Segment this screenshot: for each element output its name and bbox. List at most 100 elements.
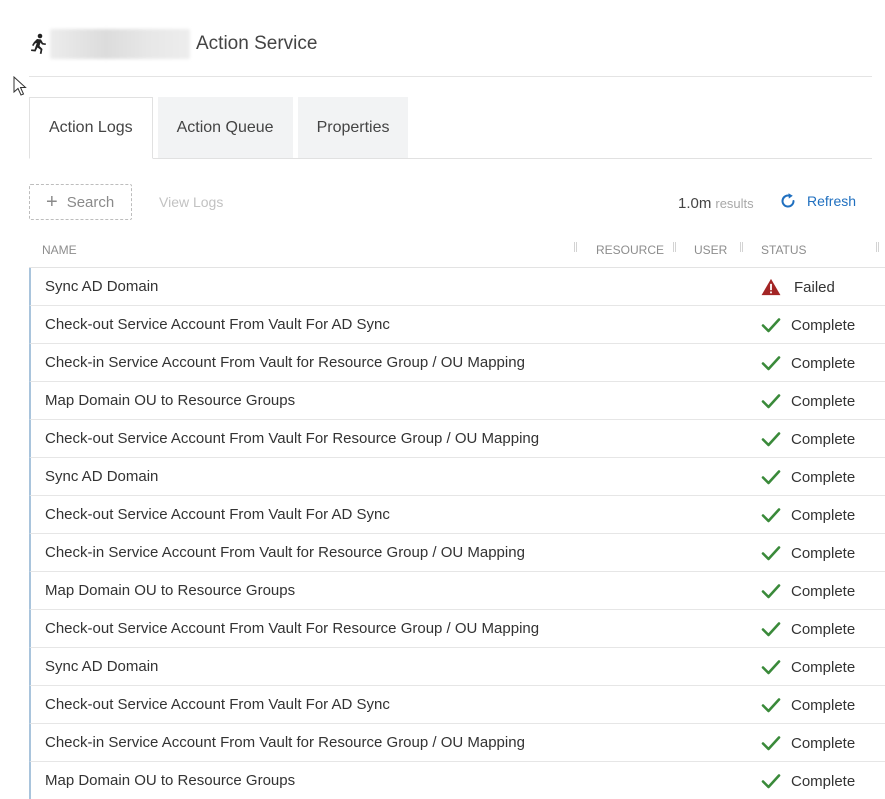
refresh-icon: [781, 193, 795, 208]
check-icon: [761, 508, 781, 523]
tab-underline: [29, 158, 872, 159]
status-label: Complete: [791, 544, 856, 562]
row-name: Check-out Service Account From Vault For…: [45, 506, 390, 523]
table-row[interactable]: Sync AD Domain Complete: [29, 648, 885, 686]
row-name: Map Domain OU to Resource Groups: [45, 582, 296, 599]
status-badge: Complete: [761, 620, 855, 638]
row-name: Map Domain OU to Resource Groups: [45, 772, 296, 789]
row-name: Check-out Service Account From Vault For…: [45, 316, 390, 333]
row-name: Sync AD Domain: [45, 468, 159, 485]
row-name: Sync AD Domain: [45, 658, 159, 675]
check-icon: [761, 432, 781, 447]
runner-icon: [31, 33, 46, 54]
row-name: Check-in Service Account From Vault for …: [45, 544, 525, 561]
column-header-status[interactable]: STATUS: [761, 243, 807, 257]
row-name: Check-out Service Account From Vault For…: [45, 696, 390, 713]
check-icon: [761, 736, 781, 751]
status-badge: Complete: [761, 734, 855, 752]
mouse-cursor-icon: [13, 76, 27, 96]
page-header: Action Service: [28, 22, 317, 66]
status-label: Complete: [791, 430, 856, 448]
status-label: Complete: [791, 392, 856, 410]
search-button[interactable]: + Search: [29, 184, 132, 220]
row-name: Check-out Service Account From Vault For…: [45, 620, 540, 637]
status-label: Complete: [791, 772, 856, 790]
log-table-body: Sync AD Domain Failed Check-out Service Ac…: [29, 268, 885, 799]
check-icon: [761, 660, 781, 675]
table-row[interactable]: Check-in Service Account From Vault for …: [29, 534, 885, 572]
status-badge: Complete: [761, 544, 855, 562]
status-label: Complete: [791, 620, 856, 638]
column-header-user[interactable]: USER: [694, 243, 727, 257]
status-badge: Complete: [761, 392, 855, 410]
status-label: Complete: [791, 582, 856, 600]
table-row[interactable]: Map Domain OU to Resource Groups Complete: [29, 572, 885, 610]
status-badge: Complete: [761, 696, 855, 714]
column-resize-handle[interactable]: [740, 242, 743, 252]
table-header: NAME RESOURCE USER STATUS: [29, 236, 885, 268]
status-label: Complete: [791, 468, 856, 486]
status-badge: Complete: [761, 658, 855, 676]
row-name: Check-in Service Account From Vault for …: [45, 734, 525, 751]
table-row[interactable]: Map Domain OU to Resource Groups Complete: [29, 382, 885, 420]
check-icon: [761, 546, 781, 561]
status-label: Complete: [791, 316, 856, 334]
column-header-resource[interactable]: RESOURCE: [596, 243, 664, 257]
status-badge: Complete: [761, 506, 855, 524]
status-label: Complete: [791, 734, 856, 752]
status-label: Complete: [791, 658, 856, 676]
tab-properties[interactable]: Properties: [297, 97, 409, 158]
check-icon: [761, 394, 781, 409]
table-row[interactable]: Check-out Service Account From Vault For…: [29, 420, 885, 458]
header-divider: [29, 76, 872, 77]
status-badge: Failed: [761, 278, 835, 296]
table-row[interactable]: Map Domain OU to Resource Groups Complete: [29, 762, 885, 799]
status-label: Complete: [791, 354, 856, 372]
redacted-service-name: [50, 29, 190, 59]
column-resize-handle[interactable]: [876, 242, 879, 252]
table-row[interactable]: Check-out Service Account From Vault For…: [29, 686, 885, 724]
tab-action-queue[interactable]: Action Queue: [157, 97, 293, 158]
table-row[interactable]: Check-in Service Account From Vault for …: [29, 344, 885, 382]
results-number: 1.0m: [678, 195, 712, 212]
status-label: Complete: [791, 506, 856, 524]
check-icon: [761, 356, 781, 371]
column-resize-handle[interactable]: [574, 242, 577, 252]
warning-icon: [761, 278, 781, 296]
table-row[interactable]: Sync AD Domain Failed: [29, 268, 885, 306]
status-label: Complete: [791, 696, 856, 714]
search-button-label: Search: [66, 193, 115, 211]
table-row[interactable]: Check-out Service Account From Vault For…: [29, 496, 885, 534]
check-icon: [761, 470, 781, 485]
table-row[interactable]: Check-out Service Account From Vault For…: [29, 610, 885, 648]
column-resize-handle[interactable]: [673, 242, 676, 252]
table-row[interactable]: Check-out Service Account From Vault For…: [29, 306, 885, 344]
table-row[interactable]: Sync AD Domain Complete: [29, 458, 885, 496]
table-row[interactable]: Check-in Service Account From Vault for …: [29, 724, 885, 762]
check-icon: [761, 318, 781, 333]
view-logs-link[interactable]: View Logs: [159, 194, 223, 210]
check-icon: [761, 774, 781, 789]
status-badge: Complete: [761, 772, 855, 790]
check-icon: [761, 622, 781, 637]
status-badge: Complete: [761, 582, 855, 600]
results-count: 1.0m results: [678, 195, 754, 212]
check-icon: [761, 584, 781, 599]
row-name: Map Domain OU to Resource Groups: [45, 392, 296, 409]
refresh-button[interactable]: Refresh: [779, 192, 856, 210]
results-label: results: [715, 196, 754, 211]
status-label: Failed: [794, 278, 835, 296]
row-name: Check-in Service Account From Vault for …: [45, 354, 525, 371]
tab-bar: Action Logs Action Queue Properties: [29, 97, 413, 159]
row-name: Check-out Service Account From Vault For…: [45, 430, 540, 447]
status-badge: Complete: [761, 430, 855, 448]
refresh-label: Refresh: [807, 193, 857, 209]
check-icon: [761, 698, 781, 713]
status-badge: Complete: [761, 468, 855, 486]
status-badge: Complete: [761, 354, 855, 372]
row-name: Sync AD Domain: [45, 278, 159, 295]
status-badge: Complete: [761, 316, 855, 334]
tab-action-logs[interactable]: Action Logs: [29, 97, 153, 159]
plus-icon: +: [46, 191, 58, 213]
column-header-name[interactable]: NAME: [42, 243, 77, 257]
